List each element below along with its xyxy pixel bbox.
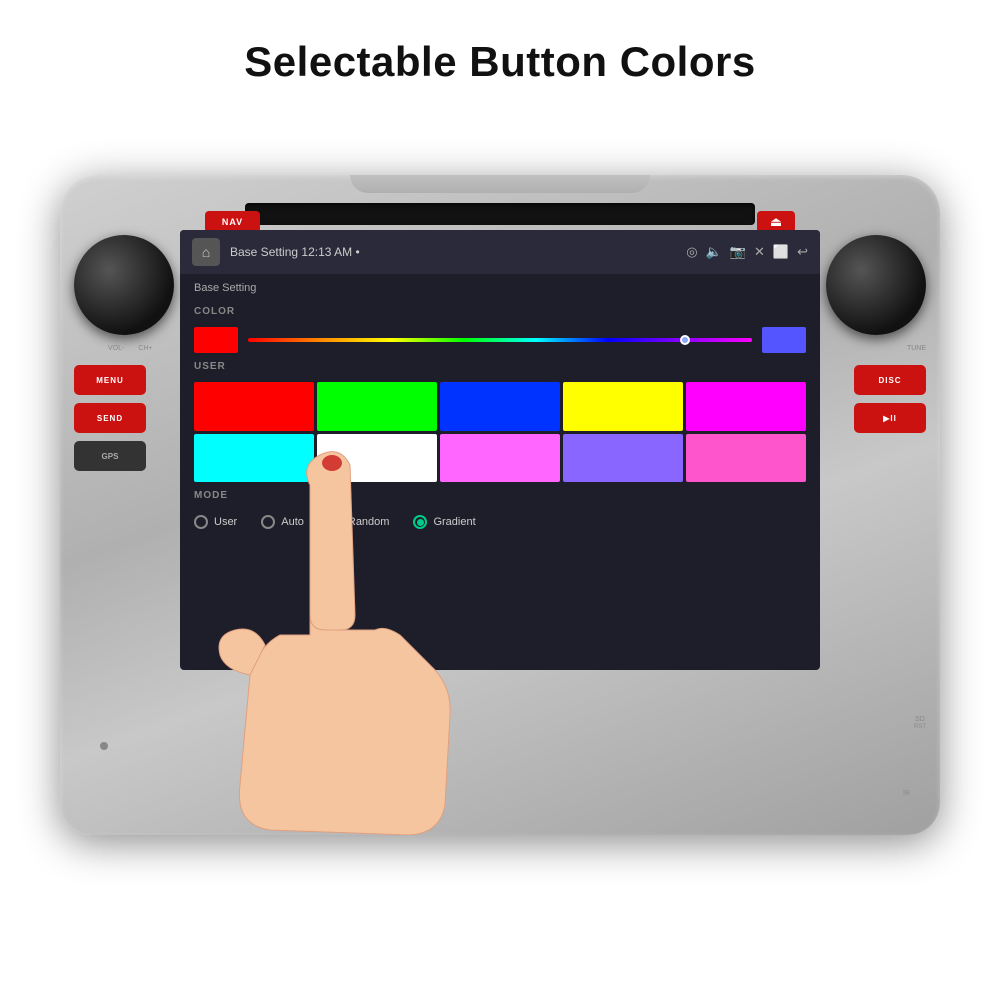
location-icon: ◎ [686,244,697,260]
swatch-green[interactable] [317,382,437,431]
swatch-yellow[interactable] [563,382,683,431]
screen-content: ⌂ Base Setting 12:13 AM • ◎ 🔈 📷 ✕ ⬜ ↩ Ba… [180,230,820,670]
mic-dot [100,742,108,750]
left-panel: MENU SEND GPS [74,365,146,471]
close-icon[interactable]: ✕ [754,244,765,260]
rst-label: RST [914,724,926,730]
tune-label: TUNE [907,345,926,352]
mode-section-label: MODE [194,490,806,501]
menu-button[interactable]: MENU [74,365,146,395]
mode-random-label: Random [348,516,390,528]
color-swatch-selected [762,327,806,353]
swatch-blue[interactable] [440,382,560,431]
radio-gradient[interactable] [413,515,427,529]
status-icons: ◎ 🔈 📷 ✕ ⬜ ↩ [686,244,808,260]
cd-slot[interactable] [245,203,755,225]
volume-icon: 🔈 [706,244,722,260]
status-bar: ⌂ Base Setting 12:13 AM • ◎ 🔈 📷 ✕ ⬜ ↩ [180,230,820,274]
left-knob[interactable] [74,235,174,335]
window-icon[interactable]: ⬜ [773,244,789,260]
mode-auto-label: Auto [281,516,304,528]
disc-button[interactable]: DISC [854,365,926,395]
top-arc [350,175,650,193]
mode-random[interactable]: Random [328,515,390,529]
mode-gradient[interactable]: Gradient [413,515,475,529]
mode-user[interactable]: User [194,515,237,529]
swatch-lavender[interactable] [563,434,683,483]
play-pause-button[interactable]: ▶II [854,403,926,433]
user-color-grid [194,382,806,482]
user-section-label: USER [194,361,806,372]
back-icon[interactable]: ↩ [797,244,808,260]
home-icon[interactable]: ⌂ [192,238,220,266]
swatch-magenta[interactable] [686,382,806,431]
color-slider-thumb[interactable] [680,335,690,345]
swatch-red[interactable] [194,382,314,431]
mode-auto[interactable]: Auto [261,515,304,529]
mode-gradient-label: Gradient [433,516,475,528]
radio-user[interactable] [194,515,208,529]
send-button[interactable]: SEND [74,403,146,433]
ir-label: IR [903,790,910,797]
color-swatch-current[interactable] [194,327,238,353]
screen: ⌂ Base Setting 12:13 AM • ◎ 🔈 📷 ✕ ⬜ ↩ Ba… [180,230,820,670]
radio-auto[interactable] [261,515,275,529]
base-setting-header: Base Setting [194,282,806,294]
color-row [194,327,806,353]
page-title: Selectable Button Colors [0,0,1000,86]
color-section-label: COLOR [194,306,806,317]
swatch-white[interactable] [317,434,437,483]
radio-random[interactable] [328,515,342,529]
radio-gradient-inner [417,519,424,526]
swatch-hotpink[interactable] [686,434,806,483]
gps-button[interactable]: GPS [74,441,146,471]
swatch-cyan[interactable] [194,434,314,483]
mode-user-label: User [214,516,237,528]
right-knob[interactable] [826,235,926,335]
main-content: Base Setting COLOR USER [180,274,820,670]
color-slider[interactable] [248,338,752,342]
swatch-pink[interactable] [440,434,560,483]
mode-row: User Auto Random Gradient [194,515,806,529]
vol-label: VOL- CH+ [108,345,153,352]
sd-label: SD RST [914,716,926,730]
right-panel: DISC ▶II [854,365,926,433]
car-unit: NAV ⏏ VOL- CH+ TUNE ⌂ Base Setting 12:13… [60,175,940,835]
camera-icon: 📷 [730,244,746,260]
status-title: Base Setting 12:13 AM • [230,245,676,259]
